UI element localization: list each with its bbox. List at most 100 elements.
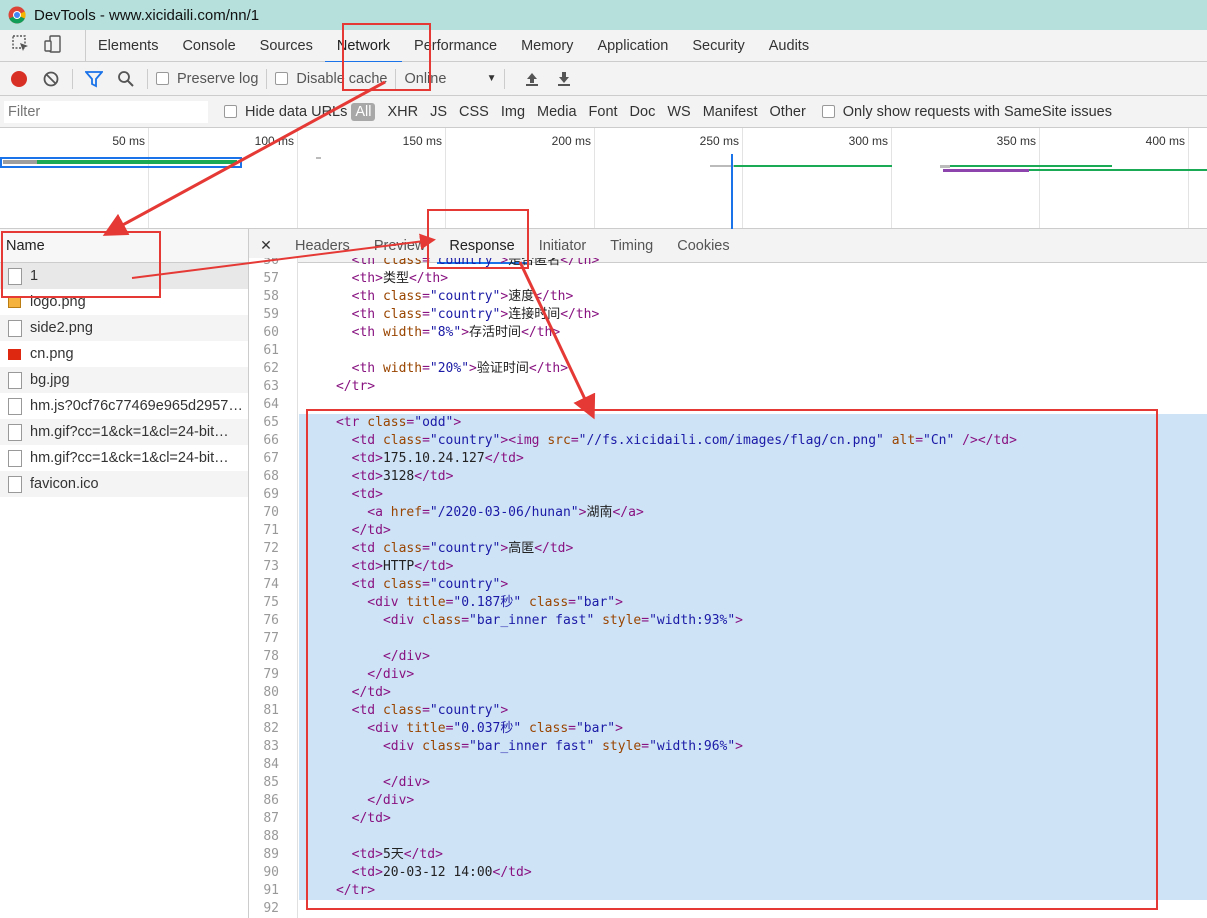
request-row[interactable]: hm.js?0cf76c77469e965d2957… bbox=[0, 393, 248, 419]
code-text: <td>5天</td> bbox=[351, 847, 443, 862]
line-number: 64 bbox=[263, 397, 279, 412]
network-toolbar: Preserve log Disable cache Online ▼ bbox=[0, 62, 1207, 96]
request-row[interactable]: side2.png bbox=[0, 315, 248, 341]
timeline-bar bbox=[734, 165, 892, 167]
request-row[interactable]: hm.gif?cc=1&ck=1&cl=24-bit… bbox=[0, 419, 248, 445]
code-line: 77 bbox=[249, 630, 1207, 648]
toolbar-divider bbox=[266, 68, 268, 89]
request-name: 1 bbox=[30, 268, 39, 284]
filter-type-js[interactable]: JS bbox=[424, 104, 453, 120]
code-line: 69 <td> bbox=[249, 486, 1207, 504]
hide-data-urls-label: Hide data URLs bbox=[245, 103, 348, 120]
code-text: <td>3128</td> bbox=[351, 469, 454, 484]
filter-type-manifest[interactable]: Manifest bbox=[697, 104, 764, 120]
line-number: 89 bbox=[263, 847, 279, 862]
timeline-gridline bbox=[148, 128, 149, 228]
record-button[interactable] bbox=[6, 66, 32, 92]
timeline-bar bbox=[1029, 169, 1207, 171]
tab-memory[interactable]: Memory bbox=[509, 30, 585, 62]
request-row[interactable]: favicon.ico bbox=[0, 471, 248, 497]
request-row[interactable]: cn.png bbox=[0, 341, 248, 367]
export-har-button[interactable] bbox=[551, 66, 577, 92]
document-icon bbox=[8, 319, 22, 337]
code-text: </div> bbox=[382, 775, 430, 790]
request-row[interactable]: bg.jpg bbox=[0, 367, 248, 393]
timeline-overview[interactable]: 50 ms 100 ms 150 ms 200 ms 250 ms 300 ms… bbox=[0, 128, 1207, 229]
device-toolbar-icon[interactable] bbox=[44, 35, 62, 56]
line-number: 86 bbox=[263, 793, 279, 808]
code-text: </div> bbox=[367, 793, 415, 808]
search-button[interactable] bbox=[113, 66, 139, 92]
code-line: 63 </tr> bbox=[249, 378, 1207, 396]
code-text: <td class="country"> bbox=[351, 703, 509, 718]
filter-toggle-button[interactable] bbox=[81, 66, 107, 92]
filter-type-ws[interactable]: WS bbox=[661, 104, 696, 120]
request-detail-panel: ✕ Headers Preview Response Initiator Tim… bbox=[249, 229, 1207, 918]
throttling-select[interactable]: Online ▼ bbox=[404, 71, 496, 87]
code-line: 70 <a href="/2020-03-06/hunan">湖南</a> bbox=[249, 504, 1207, 522]
tab-performance[interactable]: Performance bbox=[402, 30, 509, 62]
filter-type-doc[interactable]: Doc bbox=[624, 104, 662, 120]
clear-button[interactable] bbox=[38, 66, 64, 92]
tab-audits[interactable]: Audits bbox=[757, 30, 821, 62]
code-line: 89 <td>5天</td> bbox=[249, 846, 1207, 864]
filter-type-media[interactable]: Media bbox=[531, 104, 583, 120]
line-number: 79 bbox=[263, 667, 279, 682]
request-name: side2.png bbox=[30, 320, 93, 336]
filter-type-font[interactable]: Font bbox=[583, 104, 624, 120]
code-text: </tr> bbox=[335, 379, 376, 394]
line-number: 77 bbox=[263, 631, 279, 646]
tab-application[interactable]: Application bbox=[585, 30, 680, 62]
tab-sources[interactable]: Sources bbox=[248, 30, 325, 62]
code-text: </td> bbox=[351, 523, 391, 538]
code-line: 58 <th class="country">速度</th> bbox=[249, 288, 1207, 306]
code-line: 76 <div class="bar_inner fast" style="wi… bbox=[249, 612, 1207, 630]
disable-cache-checkbox[interactable]: Disable cache bbox=[275, 71, 387, 87]
devtools-tab-bar: Elements Console Sources Network Perform… bbox=[0, 29, 1207, 63]
document-icon bbox=[8, 267, 22, 285]
code-text: <td class="country">高匿</td> bbox=[351, 541, 574, 556]
tab-security[interactable]: Security bbox=[680, 30, 756, 62]
line-number: 74 bbox=[263, 577, 279, 592]
line-number: 70 bbox=[263, 505, 279, 520]
timeline-gridline bbox=[1039, 128, 1040, 228]
name-column-header[interactable]: Name bbox=[0, 229, 248, 263]
request-row[interactable]: 1 bbox=[0, 263, 248, 289]
response-source-view[interactable]: 56 <th class="country">是否匿名</th> 57 <th>类… bbox=[249, 258, 1207, 918]
tab-network[interactable]: Network bbox=[324, 30, 403, 63]
inspect-element-icon[interactable] bbox=[12, 35, 30, 56]
toolbar-divider bbox=[147, 68, 148, 89]
filter-input[interactable] bbox=[4, 100, 208, 123]
line-number: 71 bbox=[263, 523, 279, 538]
window-title: DevTools - www.xicidaili.com/nn/1 bbox=[34, 6, 260, 24]
close-icon[interactable]: ✕ bbox=[249, 237, 283, 254]
filter-type-xhr[interactable]: XHR bbox=[381, 104, 424, 120]
code-line: 71 </td> bbox=[249, 522, 1207, 540]
checkbox-box bbox=[275, 72, 289, 85]
request-row[interactable]: hm.gif?cc=1&ck=1&cl=24-bit… bbox=[0, 445, 248, 471]
filter-type-all[interactable]: All bbox=[351, 102, 376, 121]
tab-elements[interactable]: Elements bbox=[86, 30, 170, 62]
toolbar-divider bbox=[72, 68, 73, 89]
hide-data-urls-checkbox[interactable]: Hide data URLs bbox=[224, 104, 347, 120]
code-line: 61 bbox=[249, 342, 1207, 360]
code-line: 72 <td class="country">高匿</td> bbox=[249, 540, 1207, 558]
samesite-checkbox[interactable]: Only show requests with SameSite issues bbox=[821, 103, 1112, 120]
line-number: 82 bbox=[263, 721, 279, 736]
filter-type-css[interactable]: CSS bbox=[453, 104, 495, 120]
preserve-log-label: Preserve log bbox=[177, 70, 259, 87]
request-row[interactable]: logo.png bbox=[0, 289, 248, 315]
filter-type-other[interactable]: Other bbox=[764, 104, 812, 120]
line-number: 87 bbox=[263, 811, 279, 826]
samesite-label: Only show requests with SameSite issues bbox=[842, 103, 1112, 120]
code-line: 85 </div> bbox=[249, 774, 1207, 792]
document-icon bbox=[8, 475, 22, 493]
upload-icon bbox=[526, 72, 539, 86]
code-text: <th>类型</th> bbox=[351, 271, 449, 286]
line-number: 88 bbox=[263, 829, 279, 844]
filter-type-img[interactable]: Img bbox=[495, 104, 531, 120]
code-line: 91 </tr> bbox=[249, 882, 1207, 900]
import-har-button[interactable] bbox=[519, 66, 545, 92]
preserve-log-checkbox[interactable]: Preserve log bbox=[156, 71, 258, 87]
tab-console[interactable]: Console bbox=[170, 30, 247, 62]
